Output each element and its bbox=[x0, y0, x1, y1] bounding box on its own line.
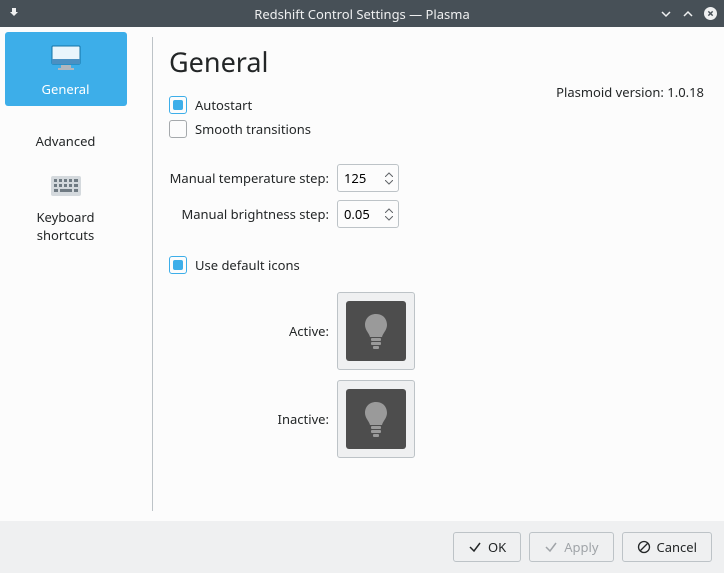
smooth-transitions-label: Smooth transitions bbox=[195, 120, 311, 138]
sidebar-item-label: General bbox=[42, 80, 90, 98]
plasmoid-version-label: Plasmoid version: 1.0.18 bbox=[556, 83, 704, 101]
button-bar: OK Apply Cancel bbox=[0, 521, 724, 573]
sidebar: General Advanced Keyboard shortcuts bbox=[0, 27, 132, 521]
close-button[interactable] bbox=[702, 6, 718, 22]
minimize-button[interactable] bbox=[658, 6, 674, 22]
cancel-icon bbox=[637, 540, 651, 554]
brightness-step-label: Manual brightness step: bbox=[169, 205, 329, 223]
temperature-step-label: Manual temperature step: bbox=[169, 169, 329, 187]
sidebar-item-label: Advanced bbox=[36, 132, 96, 150]
brightness-step-input[interactable] bbox=[344, 205, 376, 223]
sidebar-item-advanced[interactable]: Advanced bbox=[5, 108, 127, 158]
check-icon bbox=[468, 540, 482, 554]
temperature-step-spinbox[interactable] bbox=[337, 164, 399, 192]
page-title: General bbox=[169, 43, 704, 80]
autostart-label: Autostart bbox=[195, 96, 252, 114]
temperature-step-up[interactable] bbox=[384, 170, 394, 178]
brightness-step-down[interactable] bbox=[384, 214, 394, 222]
keyboard-icon bbox=[50, 170, 82, 202]
bulb-icon bbox=[346, 301, 406, 361]
brightness-step-up[interactable] bbox=[384, 206, 394, 214]
inactive-icon-label: Inactive: bbox=[169, 410, 329, 428]
autostart-checkbox[interactable] bbox=[169, 96, 187, 114]
brightness-step-spinbox[interactable] bbox=[337, 200, 399, 228]
sidebar-item-general[interactable]: General bbox=[5, 32, 127, 106]
cancel-button-label: Cancel bbox=[657, 538, 697, 556]
blank-icon bbox=[50, 118, 82, 126]
apply-button-label: Apply bbox=[564, 538, 598, 556]
temperature-step-down[interactable] bbox=[384, 178, 394, 186]
bulb-icon bbox=[346, 389, 406, 449]
use-default-icons-label: Use default icons bbox=[195, 256, 300, 274]
titlebar: Redshift Control Settings — Plasma bbox=[0, 0, 724, 27]
separator bbox=[152, 37, 153, 511]
apply-button[interactable]: Apply bbox=[529, 532, 613, 562]
sidebar-item-keyboard-shortcuts[interactable]: Keyboard shortcuts bbox=[5, 160, 127, 252]
check-icon bbox=[544, 540, 558, 554]
smooth-transitions-checkbox[interactable] bbox=[169, 120, 187, 138]
active-icon-label: Active: bbox=[169, 322, 329, 340]
temperature-step-input[interactable] bbox=[344, 169, 376, 187]
cancel-button[interactable]: Cancel bbox=[622, 532, 712, 562]
active-icon-button[interactable] bbox=[337, 292, 415, 370]
window-title: Redshift Control Settings — Plasma bbox=[0, 5, 724, 23]
use-default-icons-checkbox[interactable] bbox=[169, 256, 187, 274]
ok-button[interactable]: OK bbox=[453, 532, 521, 562]
monitor-icon bbox=[50, 42, 82, 74]
inactive-icon-button[interactable] bbox=[337, 380, 415, 458]
maximize-button[interactable] bbox=[680, 6, 696, 22]
sidebar-item-label: Keyboard shortcuts bbox=[9, 208, 123, 244]
ok-button-label: OK bbox=[488, 538, 506, 556]
app-icon bbox=[6, 6, 22, 22]
